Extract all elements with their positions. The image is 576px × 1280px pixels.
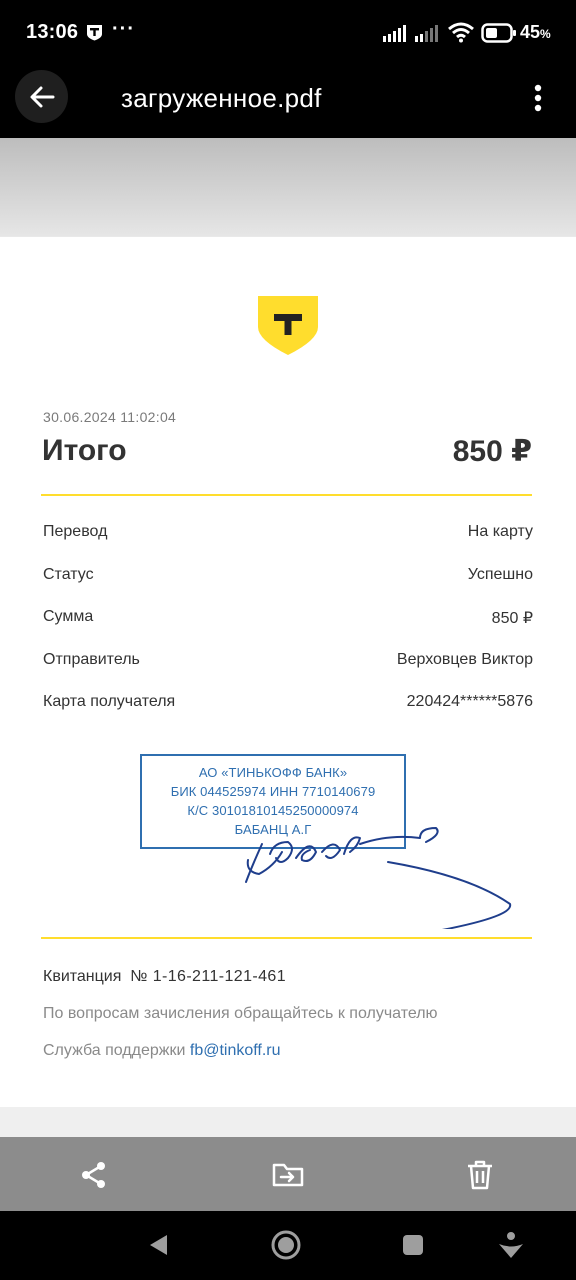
share-icon: [82, 1162, 105, 1188]
detail-value: 220424******5876: [406, 693, 533, 710]
app-toolbar: загруженное.pdf: [0, 64, 576, 138]
detail-value: Успешно: [467, 566, 533, 583]
divider-line: [41, 937, 532, 939]
battery-icon: [481, 23, 516, 43]
total-value: 850 ₽: [452, 435, 532, 468]
detail-row: Отправитель Верховцев Виктор: [43, 651, 533, 675]
signal-icon: [383, 25, 406, 42]
share-button[interactable]: [74, 1155, 114, 1195]
detail-row: Сумма 850 ₽: [43, 608, 533, 632]
back-button[interactable]: [15, 70, 68, 123]
receipt-note: По вопросам зачисления обращайтесь к пол…: [43, 1005, 438, 1022]
status-time: 13:06: [26, 21, 79, 43]
wifi-icon: [448, 22, 474, 43]
detail-label: Отправитель: [43, 651, 140, 668]
receipt-number-value: № 1-16-211-121-461: [130, 968, 287, 985]
total-label: Итого: [42, 434, 127, 467]
detail-label: Перевод: [43, 523, 108, 540]
nav-home-icon: [271, 1230, 301, 1260]
detail-label: Сумма: [43, 608, 94, 625]
receipt-date: 30.06.2024 11:02:04: [43, 409, 177, 425]
detail-row: Статус Успешно: [43, 566, 533, 590]
nav-recents-button[interactable]: [395, 1227, 431, 1263]
bank-stamp-area: АО «ТИНЬКОФФ БАНК» БИК 044525974 ИНН 771…: [140, 754, 520, 929]
page-separator: [0, 1107, 576, 1137]
signature-image: [245, 827, 512, 929]
receipt-number-label: Квитанция: [43, 968, 122, 985]
tinkoff-app-icon: [87, 25, 102, 41]
detail-value: На карту: [467, 523, 533, 540]
pdf-viewer[interactable]: 30.06.2024 11:02:04 Итого 850 ₽ Перевод …: [0, 138, 576, 1137]
nav-recents-icon: [403, 1235, 423, 1255]
nav-assistant-icon: [499, 1232, 523, 1258]
delete-icon: [468, 1160, 492, 1190]
receipt-number: Квитанция № 1-16-211-121-461: [43, 968, 286, 986]
move-button[interactable]: [268, 1155, 308, 1195]
nav-back-icon: [150, 1235, 167, 1255]
battery-percent: 45%: [520, 22, 551, 42]
support-email-link[interactable]: fb@tinkoff.ru: [190, 1042, 281, 1059]
nav-home-button[interactable]: [268, 1227, 304, 1263]
nav-assistant-button[interactable]: [493, 1227, 529, 1263]
nav-back-button[interactable]: [140, 1227, 176, 1263]
pdf-page: 30.06.2024 11:02:04 Итого 850 ₽ Перевод …: [0, 237, 576, 1107]
status-bar: 13:06 ··· 45%: [0, 0, 576, 64]
delete-button[interactable]: [460, 1155, 500, 1195]
divider-line: [41, 494, 532, 496]
detail-value: 850 ₽: [491, 610, 533, 627]
support-line: Служба поддержки fb@tinkoff.ru: [43, 1042, 281, 1060]
more-options-button[interactable]: [522, 78, 554, 118]
detail-row: Перевод На карту: [43, 523, 533, 547]
more-vertical-icon: [534, 84, 542, 112]
action-bar: [0, 1137, 576, 1211]
tinkoff-logo: [258, 296, 318, 355]
signal-icon: [415, 25, 438, 42]
detail-row: Карта получателя 220424******5876: [43, 693, 533, 717]
system-navigation-bar: [0, 1211, 576, 1280]
detail-label: Карта получателя: [43, 693, 176, 710]
support-label: Служба поддержки: [43, 1042, 186, 1059]
detail-value: Верховцев Виктор: [396, 651, 533, 668]
stamp-line: АО «ТИНЬКОФФ БАНК»: [198, 765, 348, 780]
document-title: загруженное.pdf: [121, 83, 322, 113]
detail-label: Статус: [43, 566, 94, 583]
status-overflow-icon: ···: [112, 18, 135, 40]
back-arrow-icon: [30, 86, 54, 107]
move-to-folder-icon: [272, 1163, 304, 1187]
